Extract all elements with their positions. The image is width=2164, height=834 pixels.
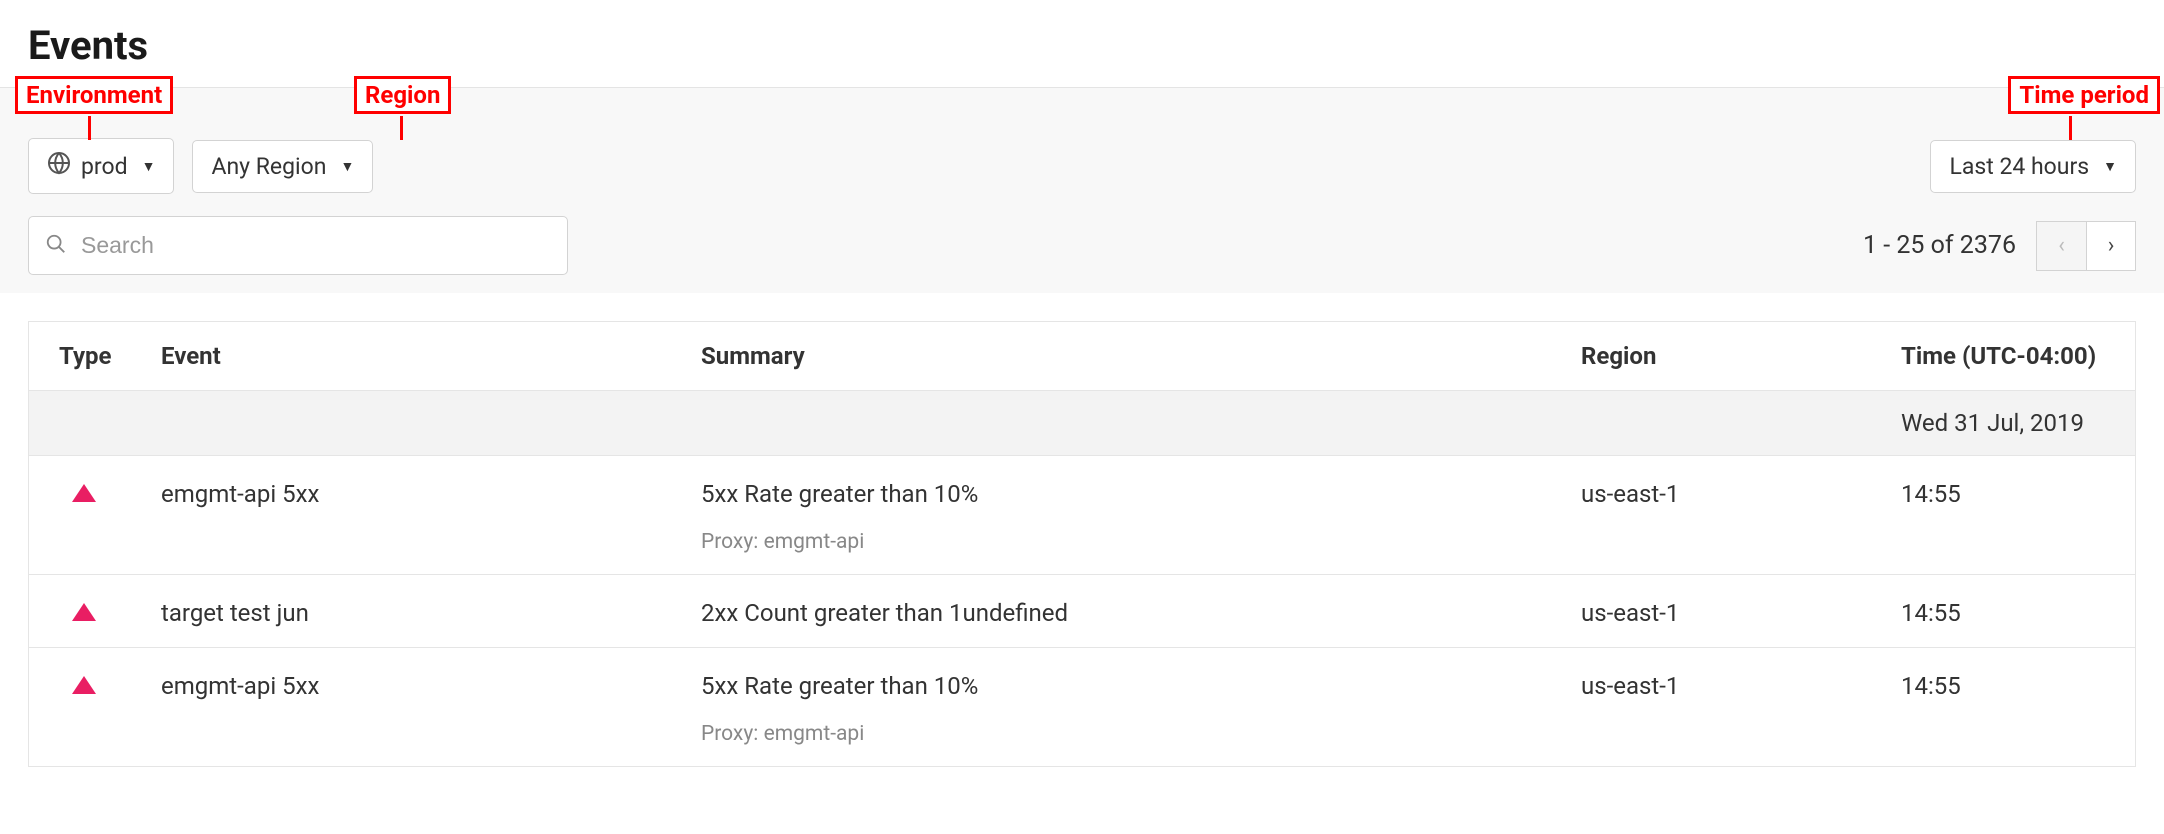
event-type-cell [29, 599, 139, 621]
caret-down-icon: ▼ [2103, 158, 2117, 175]
pagination-range: 1 - 25 of 2376 [1863, 231, 2016, 260]
annotation-line [2069, 116, 2072, 140]
filter-bar: Environment Region Time period prod ▼ An… [0, 87, 2164, 293]
search-box[interactable] [28, 216, 568, 275]
table-row[interactable]: target test jun 2xx Count greater than 1u… [29, 575, 2135, 648]
region-cell: us-east-1 [1559, 599, 1879, 627]
annotation-line [400, 116, 403, 140]
events-table: Type Event Summary Region Time (UTC-04:0… [28, 321, 2136, 767]
table-row[interactable]: emgmt-api 5xx 5xx Rate greater than 10% Pr… [29, 456, 2135, 575]
col-type: Type [29, 342, 139, 370]
annotation-environment: Environment [15, 76, 173, 114]
date-group-label: Wed 31 Jul, 2019 [1879, 409, 2135, 437]
summary-text: 5xx Rate greater than 10% [701, 480, 1559, 508]
environment-label: prod [81, 153, 128, 180]
summary-cell: 2xx Count greater than 1undefined [679, 599, 1559, 627]
alert-triangle-icon [72, 676, 96, 694]
col-region: Region [1559, 342, 1879, 370]
col-summary: Summary [679, 342, 1559, 370]
globe-icon [47, 151, 71, 181]
summary-cell: 5xx Rate greater than 10% Proxy: emgmt-ap… [679, 672, 1559, 746]
col-time: Time (UTC-04:00) [1879, 342, 2135, 370]
chevron-right-icon: › [2108, 233, 2115, 258]
table-row[interactable]: emgmt-api 5xx 5xx Rate greater than 10% Pr… [29, 648, 2135, 767]
table-date-row: Wed 31 Jul, 2019 [29, 391, 2135, 456]
summary-cell: 5xx Rate greater than 10% Proxy: emgmt-ap… [679, 480, 1559, 554]
summary-subtext: Proxy: emgmt-api [701, 530, 1559, 554]
annotation-region: Region [354, 76, 451, 114]
region-dropdown[interactable]: Any Region ▼ [192, 140, 373, 193]
region-cell: us-east-1 [1559, 672, 1879, 700]
pagination-next-button[interactable]: › [2086, 221, 2136, 271]
search-icon [45, 233, 67, 259]
search-input[interactable] [79, 231, 551, 260]
table-header-row: Type Event Summary Region Time (UTC-04:0… [29, 322, 2135, 391]
alert-triangle-icon [72, 603, 96, 621]
summary-text: 2xx Count greater than 1undefined [701, 599, 1559, 627]
environment-dropdown[interactable]: prod ▼ [28, 138, 174, 194]
col-event: Event [139, 342, 679, 370]
caret-down-icon: ▼ [142, 158, 156, 175]
event-type-cell [29, 672, 139, 694]
time-period-dropdown[interactable]: Last 24 hours ▼ [1930, 140, 2136, 193]
summary-subtext: Proxy: emgmt-api [701, 722, 1559, 746]
event-name-cell: emgmt-api 5xx [139, 672, 679, 700]
alert-triangle-icon [72, 484, 96, 502]
annotation-time-period: Time period [2008, 76, 2160, 114]
event-name-cell: target test jun [139, 599, 679, 627]
time-period-label: Last 24 hours [1949, 153, 2089, 180]
region-label: Any Region [211, 153, 326, 180]
page-title: Events [28, 22, 2164, 69]
caret-down-icon: ▼ [340, 158, 354, 175]
time-cell: 14:55 [1879, 599, 2135, 627]
summary-text: 5xx Rate greater than 10% [701, 672, 1559, 700]
pagination-prev-button[interactable]: ‹ [2036, 221, 2086, 271]
time-cell: 14:55 [1879, 672, 2135, 700]
region-cell: us-east-1 [1559, 480, 1879, 508]
event-type-cell [29, 480, 139, 502]
time-cell: 14:55 [1879, 480, 2135, 508]
event-name-cell: emgmt-api 5xx [139, 480, 679, 508]
annotation-line [88, 116, 91, 140]
chevron-left-icon: ‹ [2058, 233, 2065, 258]
